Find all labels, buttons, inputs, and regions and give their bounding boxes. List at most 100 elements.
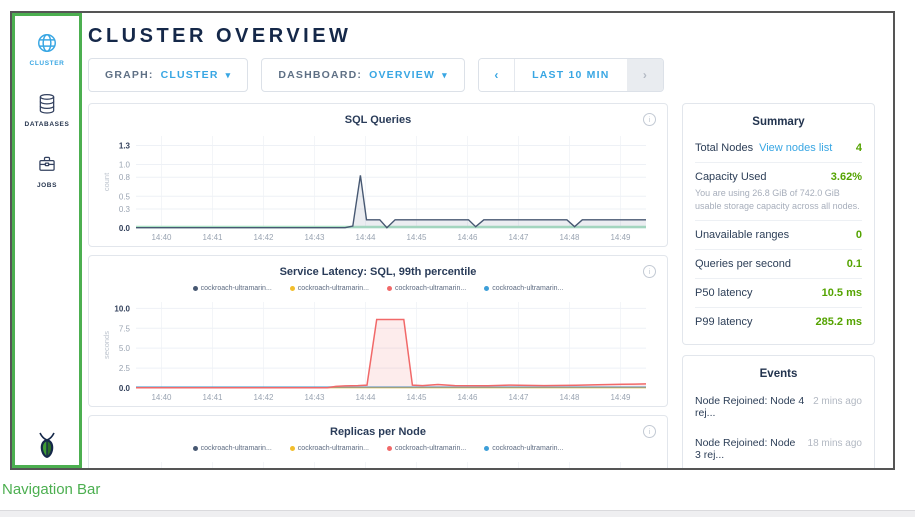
summary-value: 285.2 ms [816,316,862,328]
replicas-per-node-chart[interactable]: 14:4014:4114:4214:4314:4414:4514:4614:47… [100,456,656,468]
svg-text:count: count [102,172,111,191]
navigation-bar: CLUSTER DATABASES [12,13,82,468]
events-title: Events [695,368,862,380]
briefcase-icon [37,154,57,176]
summary-row-p99-latency: P99 latency 285.2 ms [695,308,862,336]
summary-row-total-nodes: Total Nodes View nodes list 4 [695,134,862,163]
chart-panel-service-latency: Service Latency: SQL, 99th percentile i … [88,255,668,407]
legend-dot-icon [193,286,198,291]
summary-value: 4 [856,142,862,154]
time-prev-button[interactable]: ‹ [479,59,515,91]
info-icon[interactable]: i [643,113,656,126]
cockroachdb-logo[interactable] [15,432,79,459]
legend-item[interactable]: cockroach-ultramarin... [484,443,563,454]
app-window: CLUSTER DATABASES [10,11,895,470]
legend-dot-icon [484,286,489,291]
globe-icon [36,32,58,54]
event-row[interactable]: Node Rejoined: Node 4 rej... 2 mins ago [695,386,862,428]
svg-text:14:45: 14:45 [406,233,427,242]
svg-text:14:41: 14:41 [202,393,223,402]
time-next-button[interactable]: › [627,59,663,91]
legend-item[interactable]: cockroach-ultramarin... [193,443,272,454]
legend-item[interactable]: cockroach-ultramarin... [387,443,466,454]
service-latency-chart[interactable]: 14:4014:4114:4214:4314:4414:4514:4614:47… [100,296,656,404]
event-text: Node Rejoined: Node 4 rej... [695,395,805,419]
svg-text:0.5: 0.5 [119,192,131,201]
legend-dot-icon [387,446,392,451]
time-range-button[interactable]: LAST 10 MIN [515,59,627,91]
dashboard-dropdown[interactable]: DASHBOARD: OVERVIEW ▾ [261,58,464,92]
main-content: CLUSTER OVERVIEW GRAPH: CLUSTER ▾ DASHBO… [82,13,893,468]
summary-label: Total Nodes [695,142,753,154]
sidebar-item-databases[interactable]: DATABASES [25,93,70,128]
svg-text:14:45: 14:45 [406,393,427,402]
svg-text:14:48: 14:48 [559,233,580,242]
chart-title: SQL Queries [345,114,411,126]
svg-text:14:42: 14:42 [253,393,274,402]
info-icon[interactable]: i [643,265,656,278]
events-panel: Events Node Rejoined: Node 4 rej... 2 mi… [682,355,875,468]
legend-item[interactable]: cockroach-ultramarin... [290,283,369,294]
chart-legend: cockroach-ultramarin... cockroach-ultrama… [97,283,659,294]
summary-value: 0.1 [847,258,862,270]
legend-item[interactable]: cockroach-ultramarin... [484,283,563,294]
legend-item[interactable]: cockroach-ultramarin... [193,283,272,294]
svg-text:0.3: 0.3 [119,205,131,214]
graph-dropdown[interactable]: GRAPH: CLUSTER ▾ [88,58,248,92]
page-bottom-strip [0,510,915,517]
event-row[interactable]: Node Rejoined: Node 3 rej... 18 mins ago [695,428,862,468]
sidebar-item-cluster[interactable]: CLUSTER [30,32,65,67]
summary-row-unavailable-ranges: Unavailable ranges 0 [695,221,862,250]
view-nodes-link[interactable]: View nodes list [759,142,832,154]
legend-dot-icon [193,446,198,451]
sidebar-item-jobs[interactable]: JOBS [37,154,57,189]
legend-item[interactable]: cockroach-ultramarin... [387,283,466,294]
event-text: Node Rejoined: Node 3 rej... [695,437,800,461]
capacity-note: You are using 26.8 GiB of 742.0 GiB usab… [695,187,862,212]
svg-text:0.0: 0.0 [119,224,131,233]
svg-text:5.0: 5.0 [119,344,131,353]
svg-text:14:44: 14:44 [355,393,376,402]
graph-dropdown-value: CLUSTER [161,69,219,81]
svg-text:14:47: 14:47 [508,233,529,242]
info-icon[interactable]: i [643,425,656,438]
svg-text:14:47: 14:47 [508,393,529,402]
svg-text:14:41: 14:41 [202,233,223,242]
summary-label: Unavailable ranges [695,229,789,241]
svg-text:7.5: 7.5 [119,324,131,333]
chevron-down-icon: ▾ [226,71,232,80]
summary-row-capacity-used: Capacity Used 3.62% You are using 26.8 G… [695,163,862,221]
sidebar-item-label: JOBS [37,182,57,189]
chevron-down-icon: ▾ [442,71,448,80]
time-window-selector: ‹ LAST 10 MIN › [478,58,664,92]
svg-text:14:49: 14:49 [610,233,631,242]
legend-dot-icon [484,446,489,451]
svg-text:0.8: 0.8 [119,173,131,182]
summary-value: 3.62% [831,171,862,183]
summary-label: P99 latency [695,316,752,328]
legend-dot-icon [290,286,295,291]
svg-text:1.3: 1.3 [119,142,131,151]
sql-queries-chart[interactable]: 14:4014:4114:4214:4314:4414:4514:4614:47… [100,130,656,244]
summary-value: 10.5 ms [822,287,862,299]
svg-text:14:43: 14:43 [304,233,325,242]
annotation-navigation-bar-label: Navigation Bar [2,481,100,498]
svg-text:10.0: 10.0 [114,304,130,313]
screenshot-stage: CLUSTER DATABASES [0,0,915,517]
dashboard-content: SQL Queries i 14:4014:4114:4214:4314:441… [88,103,875,468]
charts-column: SQL Queries i 14:4014:4114:4214:4314:441… [88,103,668,468]
svg-text:14:46: 14:46 [457,393,478,402]
svg-text:14:44: 14:44 [355,233,376,242]
svg-text:14:46: 14:46 [457,233,478,242]
svg-text:14:49: 14:49 [610,393,631,402]
chart-panel-sql-queries: SQL Queries i 14:4014:4114:4214:4314:441… [88,103,668,247]
chart-title: Service Latency: SQL, 99th percentile [280,266,477,278]
sidebar-item-label: CLUSTER [30,60,65,67]
summary-label: P50 latency [695,287,752,299]
legend-item[interactable]: cockroach-ultramarin... [290,443,369,454]
chart-title: Replicas per Node [330,426,426,438]
sidebar-item-label: DATABASES [25,121,70,128]
graph-dropdown-label: GRAPH: [105,69,154,81]
summary-value: 0 [856,229,862,241]
event-time: 18 mins ago [808,438,862,449]
